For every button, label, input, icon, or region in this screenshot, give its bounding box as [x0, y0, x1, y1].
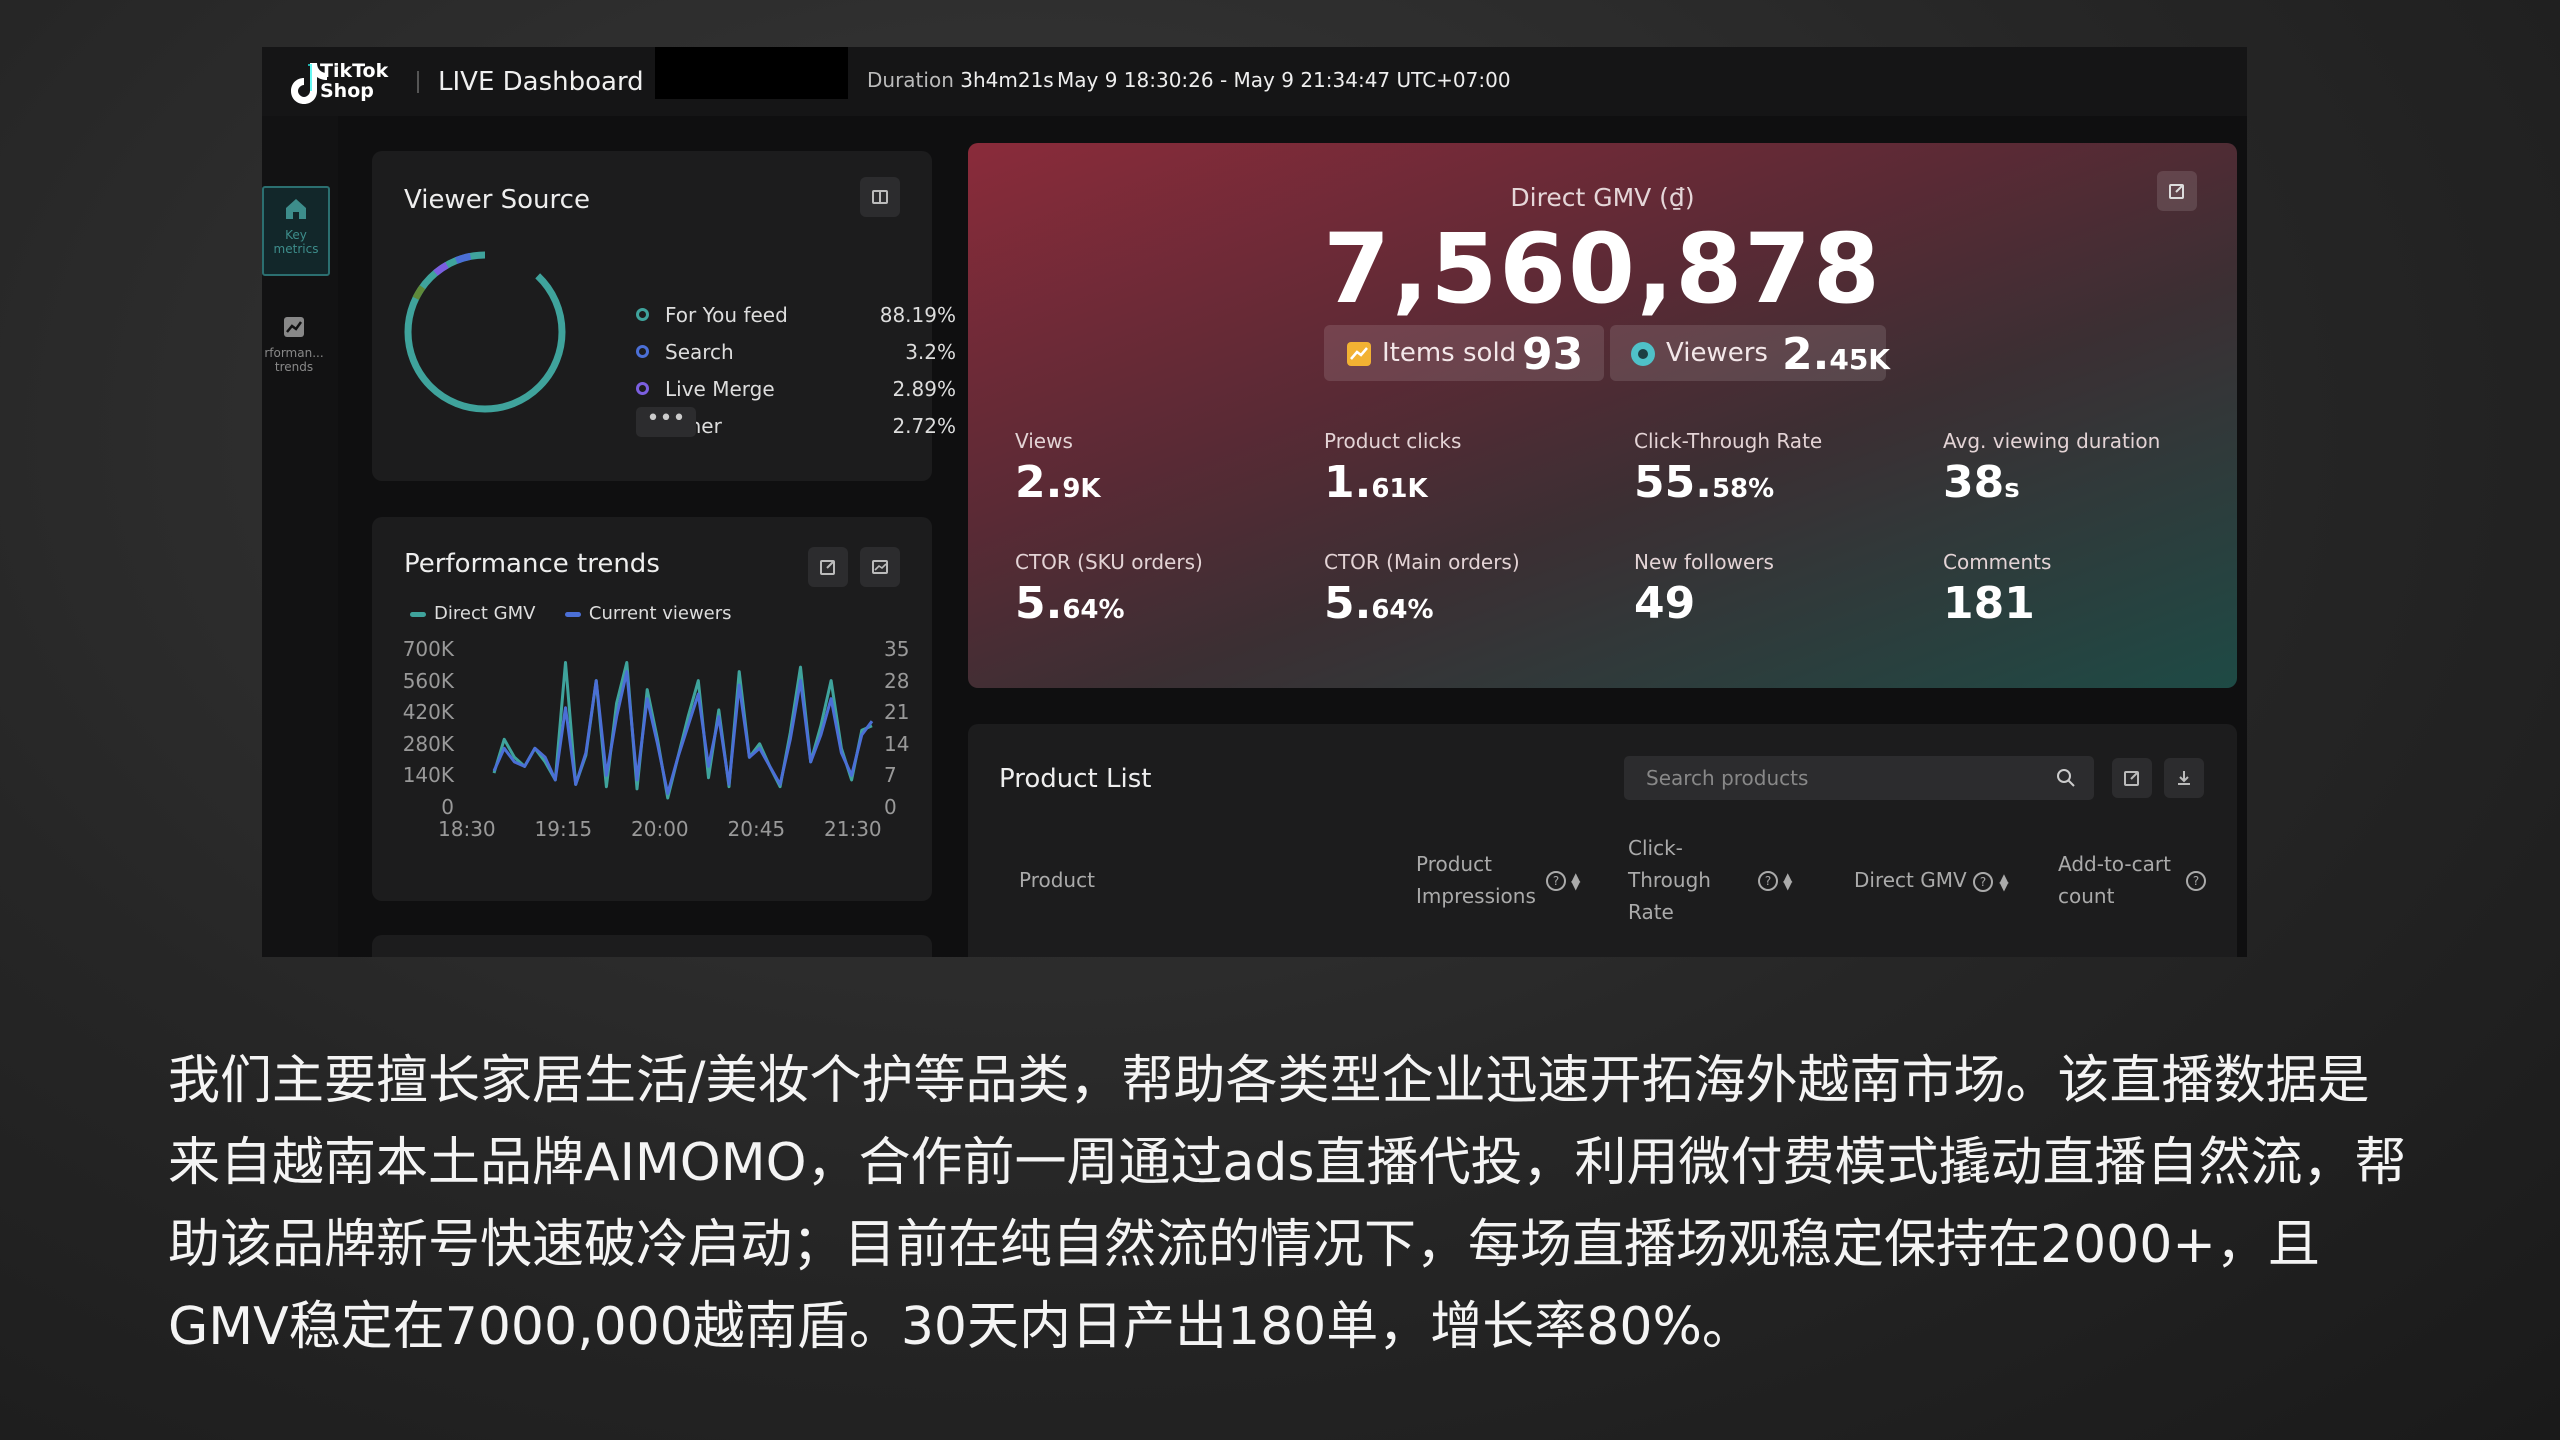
- left-tick-label: 560K: [402, 668, 454, 693]
- trend-icon: [284, 317, 304, 337]
- page-title: LIVE Dashboard: [438, 67, 644, 97]
- product-edit-button[interactable]: [2112, 758, 2152, 798]
- sidebar-item-key-metrics[interactable]: Key metrics: [262, 186, 330, 276]
- x-tick-label: 18:30: [438, 817, 496, 841]
- impressions-sort[interactable]: ? ▲ ▼: [1546, 870, 1581, 891]
- right-tick-label: 14: [884, 731, 910, 756]
- edit-icon: [2124, 771, 2139, 786]
- right-tick-label: 0: [884, 795, 897, 819]
- column-ctr[interactable]: Click-Through Rate: [1628, 832, 1718, 928]
- help-icon: ?: [2186, 870, 2206, 891]
- help-icon: ?: [1973, 871, 1994, 892]
- metric-ctor-main: CTOR (Main orders) 5.64%: [1324, 550, 1520, 629]
- sort-icon: ▲ ▼: [1783, 869, 1793, 892]
- metric-ctr: Click-Through Rate 55.58%: [1634, 429, 1823, 508]
- x-tick-label: 20:45: [727, 817, 786, 841]
- left-tick-label: 0: [441, 795, 454, 819]
- metric-product-clicks: Product clicks 1.61K: [1324, 429, 1462, 508]
- series-line-direct-gmv: [492, 661, 873, 800]
- top-bar: TikTok Shop LIVE Dashboard Duration 3h4m…: [262, 47, 2247, 116]
- items-sold-chip: Items sold 93: [1324, 325, 1604, 381]
- download-icon: [2178, 771, 2190, 785]
- left-tick-label: 280K: [402, 731, 454, 756]
- help-icon: ?: [1758, 870, 1778, 891]
- left-tick-label: 420K: [402, 700, 454, 725]
- right-tick-label: 35: [884, 637, 910, 661]
- column-add-to-cart[interactable]: Add-to-cart count: [2058, 848, 2178, 912]
- metric-avg-viewing-duration: Avg. viewing duration 38s: [1943, 429, 2161, 508]
- viewer-source-info-button[interactable]: [860, 177, 900, 217]
- column-product-impressions[interactable]: Product Impressions: [1416, 848, 1536, 912]
- legend-item: Search 3.2%: [636, 340, 956, 370]
- book-icon: [872, 190, 888, 204]
- caption-text: 我们主要擅长家居生活/美妆个护等品类，帮助各类型企业迅速开拓海外越南市场。该直播…: [168, 1051, 2407, 1357]
- column-direct-gmv[interactable]: Direct GMV ? ▲ ▼: [1854, 864, 2009, 896]
- brand-name: TikTok Shop: [320, 60, 389, 102]
- sort-icon: ▲ ▼: [1999, 870, 2009, 893]
- duration-text: Duration 3h4m21s: [867, 68, 1054, 92]
- column-product[interactable]: Product: [1019, 864, 1095, 896]
- performance-line-chart: [492, 661, 874, 800]
- x-tick-label: 20:00: [631, 817, 689, 841]
- left-tick-label: 140K: [402, 763, 454, 788]
- product-list-title: Product List: [999, 764, 1152, 794]
- edit-icon: [2169, 184, 2184, 199]
- performance-trends-card: Performance trends Direct GMV Current vi…: [372, 517, 932, 901]
- gmv-edit-button[interactable]: [2157, 171, 2197, 211]
- right-tick-label: 21: [884, 700, 910, 725]
- right-tick-label: 7: [884, 763, 897, 788]
- legend-dot-icon: [636, 308, 649, 321]
- x-tick-label: 19:15: [534, 817, 593, 841]
- direct-gmv-value: 7,560,878: [1323, 213, 1882, 325]
- legend-dot-icon: [636, 382, 649, 395]
- metric-comments: Comments 181: [1943, 550, 2052, 629]
- download-button[interactable]: [2164, 758, 2204, 798]
- x-tick-label: 21:30: [824, 817, 882, 841]
- viewer-source-card: Viewer Source For You feed 88.19% Search 3…: [372, 151, 956, 481]
- eye-icon: [1631, 342, 1655, 366]
- dashboard-screenshot: TikTok Shop LIVE Dashboard Duration 3h4m…: [262, 47, 2247, 957]
- redacted-account: [655, 47, 848, 99]
- metric-views: Views 2.9K: [1015, 429, 1101, 508]
- sort-icon: ▲ ▼: [1571, 869, 1581, 892]
- header-divider: [417, 71, 419, 93]
- items-sold-icon: [1347, 342, 1371, 366]
- viewers-chip: Viewers 2.45K: [1610, 325, 1890, 381]
- direct-gmv-panel: Direct GMV (₫) 7,560,878 Items sold 93 V…: [968, 143, 2237, 688]
- sidebar-item-performance-trends[interactable]: rforman... trends: [262, 306, 326, 392]
- metric-new-followers: New followers 49: [1634, 550, 1774, 629]
- legend-dot-icon: [636, 345, 649, 358]
- direct-gmv-label: Direct GMV (₫): [1510, 183, 1695, 212]
- home-icon: [286, 199, 306, 219]
- add-to-cart-help: ?: [2186, 870, 2206, 891]
- viewer-source-more-button[interactable]: •••: [636, 407, 696, 437]
- time-range: May 9 18:30:26 - May 9 21:34:47 UTC+07:0…: [1057, 68, 1511, 92]
- left-tick-label: 700K: [402, 637, 454, 661]
- legend-item: Live Merge 2.89%: [636, 377, 956, 407]
- metric-ctor-sku: CTOR (SKU orders) 5.64%: [1015, 550, 1203, 629]
- viewer-source-donut: [404, 251, 566, 413]
- viewer-source-title: Viewer Source: [404, 185, 590, 215]
- side-nav: Key metrics rforman... trends: [262, 116, 338, 957]
- search-icon: [2057, 769, 2075, 787]
- ctr-sort[interactable]: ? ▲ ▼: [1758, 870, 1793, 891]
- search-input[interactable]: Search products: [1624, 756, 2094, 800]
- next-card: [372, 935, 932, 957]
- help-icon: ?: [1546, 870, 1566, 891]
- right-tick-label: 28: [884, 668, 910, 693]
- legend-item: For You feed 88.19%: [636, 303, 956, 333]
- product-list-card: Product List Search products Product Pro…: [968, 724, 2237, 957]
